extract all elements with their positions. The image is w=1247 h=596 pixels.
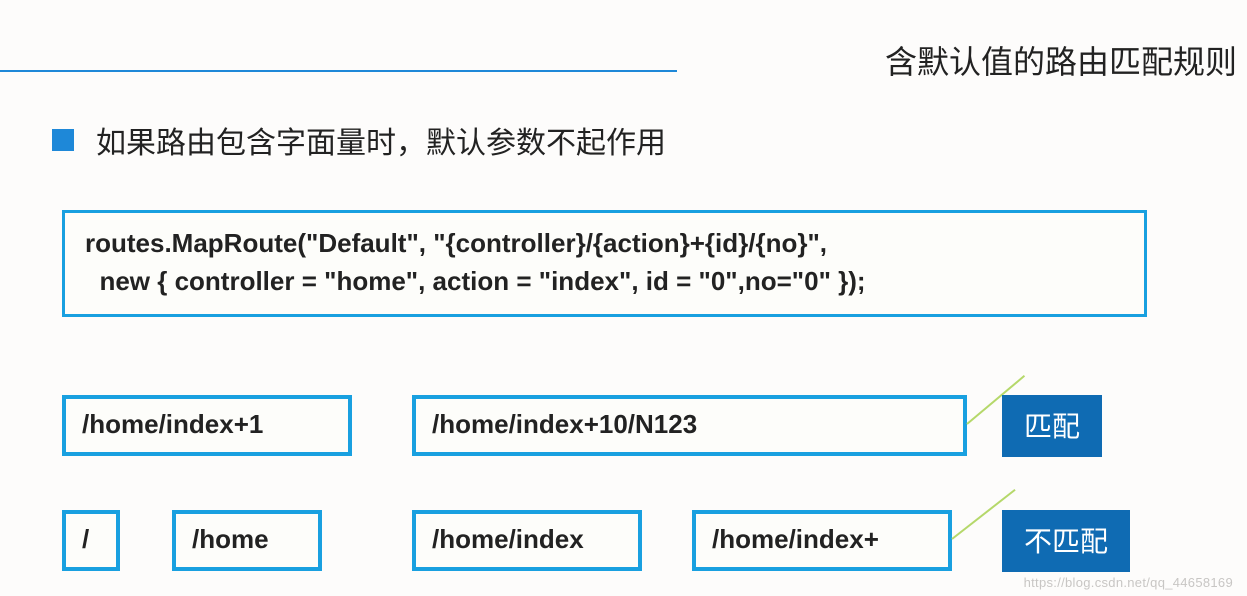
nomatch-example-2: /home (172, 510, 322, 571)
nomatch-example-1: / (62, 510, 120, 571)
nomatch-row: / /home /home/index /home/index+ 不匹配 (62, 510, 1207, 570)
header-divider (0, 70, 677, 72)
match-label: 匹配 (1002, 395, 1102, 457)
nomatch-example-3: /home/index (412, 510, 642, 571)
code-snippet: routes.MapRoute("Default", "{controller}… (62, 210, 1147, 317)
match-example-2: /home/index+10/N123 (412, 395, 967, 456)
code-line-2: new { controller = "home", action = "ind… (85, 263, 1124, 301)
nomatch-example-4: /home/index+ (692, 510, 952, 571)
slide-title: 含默认值的路由匹配规则 (885, 37, 1237, 83)
bullet-text: 如果路由包含字面量时，默认参数不起作用 (96, 118, 666, 162)
bullet-square-icon (52, 129, 74, 151)
code-line-1: routes.MapRoute("Default", "{controller}… (85, 225, 1124, 263)
nomatch-label: 不匹配 (1002, 510, 1130, 572)
bullet-item: 如果路由包含字面量时，默认参数不起作用 (52, 118, 666, 162)
watermark-text: https://blog.csdn.net/qq_44658169 (1024, 575, 1233, 590)
match-row: /home/index+1 /home/index+10/N123 匹配 (62, 395, 1207, 455)
match-example-1: /home/index+1 (62, 395, 352, 456)
